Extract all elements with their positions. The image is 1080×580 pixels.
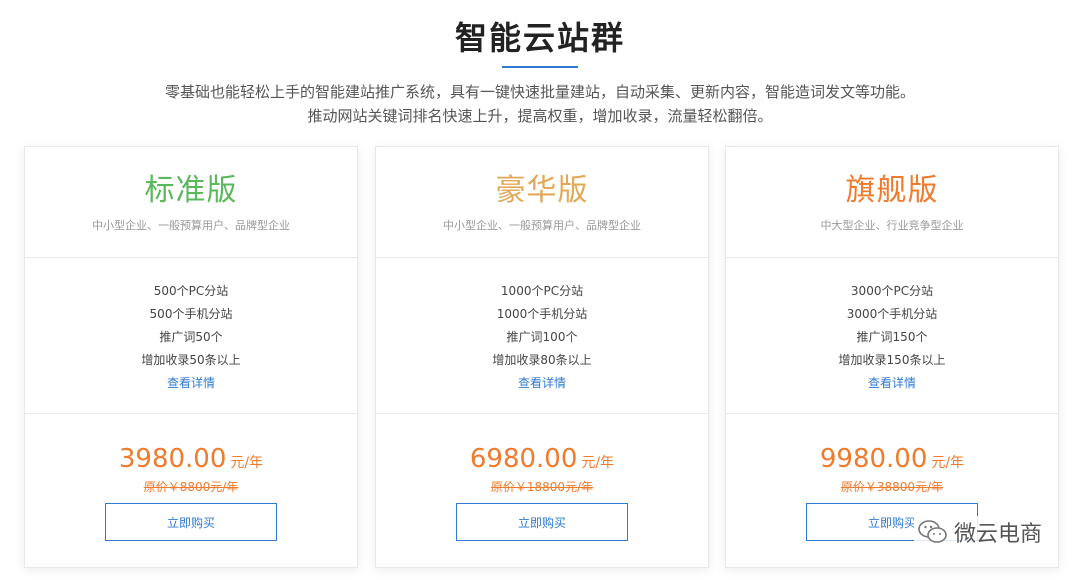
description-line: 推动网站关键词排名快速上升，提高权重，增加收录，流量轻松翻倍。 xyxy=(307,107,773,125)
price-unit: 元/年 xyxy=(931,455,965,471)
feature-item: 推广词100个 xyxy=(506,330,578,344)
price-unit: 元/年 xyxy=(581,455,615,471)
watermark-text: 微云电商 xyxy=(953,522,1042,547)
feature-item: 1000个PC分站 xyxy=(500,284,584,298)
feature-item: 500个手机分站 xyxy=(149,307,233,321)
plan-target-audience: 中大型企业、行业竞争型企业 xyxy=(820,219,964,232)
plan-card-deluxe: 豪华版 中小型企业、一般预算用户、品牌型企业 1000个PC分站 1000个手机… xyxy=(375,146,709,568)
section-description: 零基础也能轻松上手的智能建站推广系统，具有一键快速批量建站，自动采集、更新内容，… xyxy=(0,80,1080,128)
price-value: 3980.00 xyxy=(118,444,227,474)
plan-features: 1000个PC分站 1000个手机分站 推广词100个 增加收录80条以上 查看… xyxy=(376,258,708,414)
original-price: 原价￥18800元/年 xyxy=(490,480,594,494)
buy-now-button[interactable]: 立即购买 xyxy=(456,503,628,541)
pricing-cards: 标准版 中小型企业、一般预算用户、品牌型企业 500个PC分站 500个手机分站… xyxy=(24,146,1059,570)
price-line: 3980.00 元/年 xyxy=(25,442,357,480)
buy-now-button[interactable]: 立即购买 xyxy=(105,503,277,541)
watermark: 微云电商 xyxy=(913,516,1046,548)
title-underline xyxy=(502,66,578,68)
plan-features: 3000个PC分站 3000个手机分站 推广词150个 增加收录150条以上 查… xyxy=(726,258,1058,414)
original-price: 原价￥8800元/年 xyxy=(143,480,239,494)
plan-pricing: 6980.00 元/年 原价￥18800元/年 立即购买 xyxy=(376,414,708,541)
plan-card-header: 旗舰版 中大型企业、行业竞争型企业 xyxy=(726,147,1058,258)
price-line: 6980.00 元/年 xyxy=(376,442,708,480)
feature-item: 500个PC分站 xyxy=(153,284,229,298)
plan-name: 标准版 xyxy=(144,173,238,208)
feature-item: 3000个手机分站 xyxy=(846,307,938,321)
plan-card-header: 标准版 中小型企业、一般预算用户、品牌型企业 xyxy=(25,147,357,258)
feature-item: 3000个PC分站 xyxy=(850,284,934,298)
feature-item: 增加收录50条以上 xyxy=(141,353,241,367)
price-value: 9980.00 xyxy=(819,444,928,474)
page-title: 智能云站群 xyxy=(454,19,625,57)
plan-name: 旗舰版 xyxy=(845,173,939,208)
plan-features: 500个PC分站 500个手机分站 推广词50个 增加收录50条以上 查看详情 xyxy=(25,258,357,414)
wechat-icon xyxy=(918,520,947,543)
original-price: 原价￥38800元/年 xyxy=(840,480,944,494)
plan-card-standard: 标准版 中小型企业、一般预算用户、品牌型企业 500个PC分站 500个手机分站… xyxy=(24,146,358,568)
plan-target-audience: 中小型企业、一般预算用户、品牌型企业 xyxy=(443,219,641,232)
price-line: 9980.00 元/年 xyxy=(726,442,1058,480)
plan-card-flagship: 旗舰版 中大型企业、行业竞争型企业 3000个PC分站 3000个手机分站 推广… xyxy=(725,146,1059,568)
plan-name: 豪华版 xyxy=(495,173,589,208)
feature-item: 推广词150个 xyxy=(856,330,928,344)
section-header: 智能云站群 零基础也能轻松上手的智能建站推广系统，具有一键快速批量建站，自动采集… xyxy=(0,0,1080,128)
description-line: 零基础也能轻松上手的智能建站推广系统，具有一键快速批量建站，自动采集、更新内容，… xyxy=(164,83,915,101)
view-details-link[interactable]: 查看详情 xyxy=(868,372,916,395)
view-details-link[interactable]: 查看详情 xyxy=(167,372,215,395)
plan-pricing: 3980.00 元/年 原价￥8800元/年 立即购买 xyxy=(25,414,357,541)
feature-item: 1000个手机分站 xyxy=(496,307,588,321)
feature-item: 增加收录80条以上 xyxy=(492,353,592,367)
price-value: 6980.00 xyxy=(469,444,578,474)
view-details-link[interactable]: 查看详情 xyxy=(518,372,566,395)
price-unit: 元/年 xyxy=(230,455,264,471)
plan-card-header: 豪华版 中小型企业、一般预算用户、品牌型企业 xyxy=(376,147,708,258)
plan-target-audience: 中小型企业、一般预算用户、品牌型企业 xyxy=(92,219,290,232)
feature-item: 增加收录150条以上 xyxy=(838,353,946,367)
feature-item: 推广词50个 xyxy=(159,330,223,344)
